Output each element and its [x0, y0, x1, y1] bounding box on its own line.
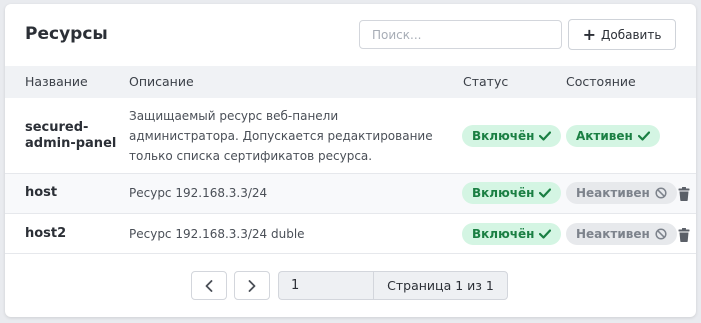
resource-description: Ресурс 192.168.3.3/24	[129, 186, 268, 200]
check-icon	[539, 188, 552, 198]
resource-name: host2	[25, 226, 67, 241]
state-badge-label: Неактивен	[576, 186, 650, 200]
page-title: Ресурсы	[25, 24, 108, 44]
resources-card: Ресурсы + Добавить Название Описание Ста…	[5, 4, 696, 317]
resource-description: Защищаемый ресурс веб-панели администрат…	[129, 106, 449, 166]
description-line: Защищаемый ресурс веб-панели	[129, 109, 339, 123]
next-page-button[interactable]	[234, 271, 270, 300]
chevron-left-icon	[205, 279, 213, 292]
table-header: Название Описание Статус Состояние	[5, 66, 696, 98]
state-badge: Неактивен	[566, 182, 677, 204]
ban-icon	[655, 228, 667, 240]
trash-icon[interactable]	[678, 187, 690, 201]
resource-name-line: secured-	[25, 120, 89, 135]
resource-name: secured- admin-panel	[25, 120, 116, 152]
status-badge: Включён	[462, 125, 562, 147]
column-header-description: Описание	[129, 74, 194, 89]
resource-description: Ресурс 192.168.3.3/24 duble	[129, 227, 305, 241]
description-line: только списка сертификатов ресурса.	[129, 149, 373, 163]
status-badge-label: Включён	[472, 227, 535, 241]
ban-icon	[655, 187, 667, 199]
search-input[interactable]	[359, 20, 562, 49]
prev-page-button[interactable]	[191, 271, 227, 300]
card-header: Ресурсы + Добавить	[5, 4, 696, 66]
add-button[interactable]: + Добавить	[568, 19, 676, 50]
plus-icon: +	[582, 24, 596, 44]
column-header-name: Название	[25, 74, 88, 89]
state-badge: Неактивен	[566, 223, 677, 245]
page-indicator: Страница 1 из 1	[373, 271, 508, 300]
state-badge-label: Неактивен	[576, 227, 650, 241]
table-row[interactable]: secured- admin-panel Защищаемый ресурс в…	[5, 98, 696, 174]
description-line: администратора. Допускается редактирован…	[129, 129, 433, 143]
status-badge: Включён	[462, 182, 562, 204]
chevron-right-icon	[248, 279, 256, 292]
trash-icon[interactable]	[678, 228, 690, 242]
status-badge: Включён	[462, 223, 562, 245]
check-icon	[637, 131, 650, 141]
table-row[interactable]: host2 Ресурс 192.168.3.3/24 duble Включё…	[5, 214, 696, 254]
page-number-input[interactable]	[278, 271, 374, 300]
table-row[interactable]: host Ресурс 192.168.3.3/24 Включён Неакт…	[5, 174, 696, 214]
check-icon	[539, 131, 552, 141]
resource-name: host	[25, 185, 58, 200]
column-header-state: Состояние	[566, 74, 636, 89]
status-badge-label: Включён	[472, 186, 535, 200]
column-header-status: Статус	[463, 74, 509, 89]
add-button-label: Добавить	[601, 27, 662, 42]
state-badge: Активен	[566, 125, 660, 147]
resource-name-line: admin-panel	[25, 136, 117, 151]
status-badge-label: Включён	[472, 129, 535, 143]
state-badge-label: Активен	[576, 129, 633, 143]
check-icon	[539, 229, 552, 239]
